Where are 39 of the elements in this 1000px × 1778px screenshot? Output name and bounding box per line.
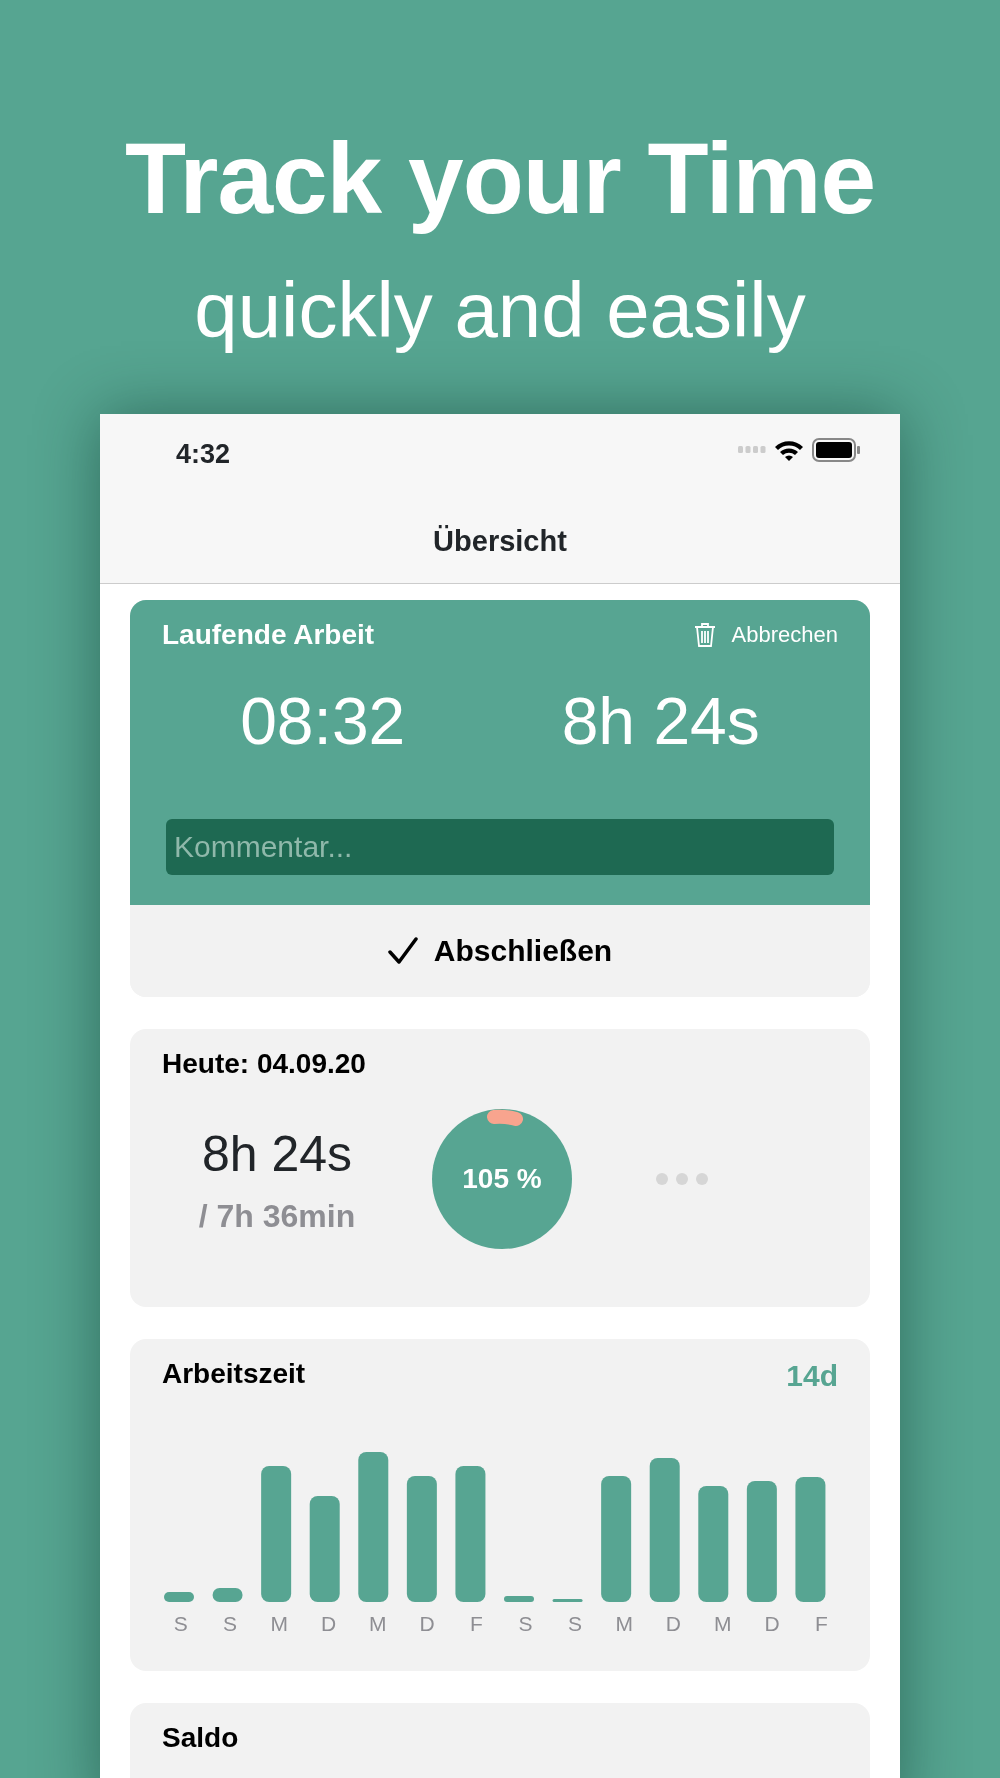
day-label: D — [418, 1610, 436, 1637]
checkmark-icon — [387, 936, 418, 965]
day-label: D — [319, 1610, 338, 1637]
bar — [504, 1595, 534, 1602]
range-label: 14d — [786, 1357, 838, 1394]
battery-icon — [812, 437, 860, 462]
day-label: S — [172, 1610, 189, 1637]
more-icon[interactable] — [656, 1172, 708, 1185]
day-label: S — [221, 1610, 238, 1637]
day-label: S — [566, 1610, 583, 1637]
card-title: Arbeitszeit — [162, 1356, 306, 1391]
bar — [552, 1598, 583, 1602]
day-label: F — [813, 1610, 829, 1637]
worked-time: 8h 24s — [201, 1125, 353, 1185]
bar — [164, 1591, 194, 1602]
day-label: D — [763, 1610, 781, 1637]
day-label: M — [713, 1610, 733, 1637]
status-time: 4:32 — [176, 437, 231, 471]
card-title: Saldo — [162, 1721, 239, 1753]
card-title: Laufende Arbeit — [162, 617, 375, 652]
card-title: Heute: 04.09.20 — [162, 1047, 366, 1079]
start-time: 08:32 — [240, 682, 406, 760]
bar — [212, 1587, 243, 1602]
target-time: / 7h 36min — [198, 1197, 356, 1237]
screen-title: Übersicht — [433, 524, 567, 560]
day-label: M — [368, 1610, 388, 1637]
wifi-icon — [774, 438, 804, 461]
percent-label: 105 % — [462, 1161, 542, 1196]
elapsed-time: 8h 24s — [561, 682, 760, 760]
comment-field[interactable]: Kommentar... — [166, 818, 834, 875]
trash-icon — [693, 621, 716, 648]
day-label: F — [468, 1610, 484, 1637]
day-label: M — [269, 1610, 289, 1637]
signal-icon — [738, 445, 766, 454]
headline: Track your Time — [123, 121, 877, 236]
day-label: M — [614, 1610, 634, 1637]
day-label: S — [517, 1610, 534, 1637]
subheadline: quickly and easily — [193, 265, 807, 356]
day-label: D — [664, 1610, 683, 1637]
